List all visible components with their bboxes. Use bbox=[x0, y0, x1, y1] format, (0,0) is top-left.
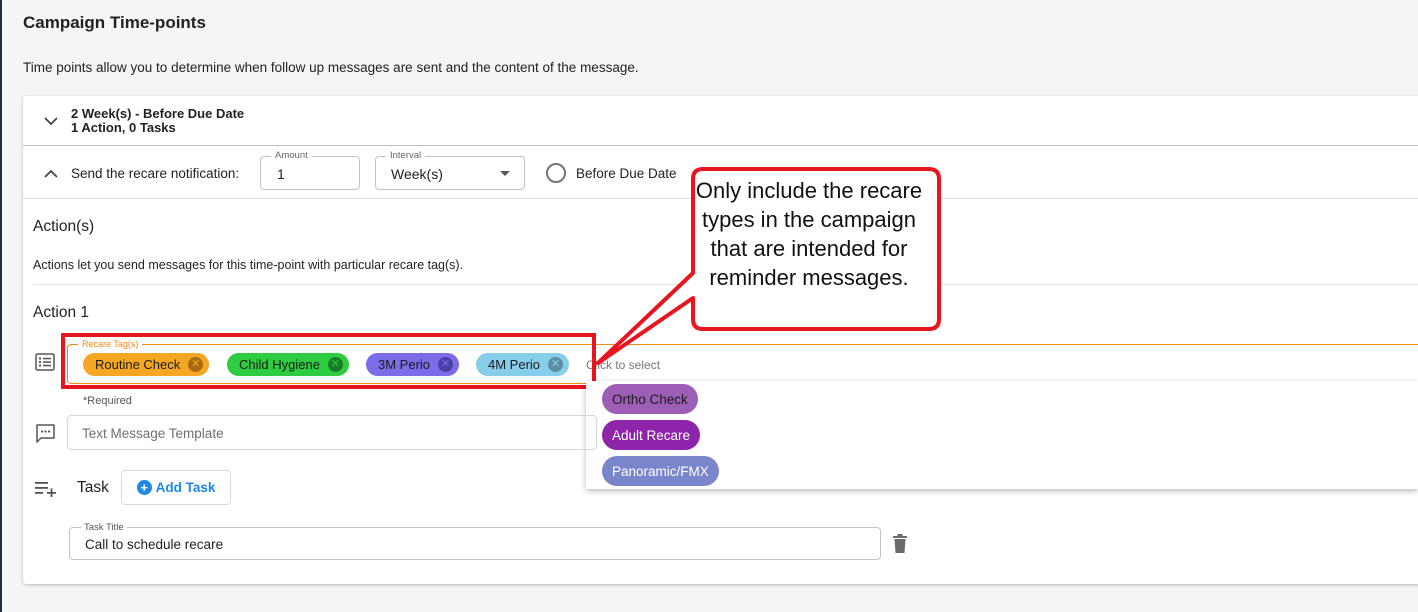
trash-icon[interactable] bbox=[892, 534, 908, 558]
task-title-value[interactable]: Call to schedule recare bbox=[85, 537, 223, 552]
task-title-label: Task Title bbox=[81, 522, 127, 533]
amount-label: Amount bbox=[271, 149, 312, 163]
annotation-highlight-box bbox=[61, 333, 596, 389]
option-label: Ortho Check bbox=[612, 391, 688, 407]
left-edge-rule bbox=[0, 0, 2, 612]
add-task-button[interactable]: + Add Task bbox=[121, 470, 231, 505]
timepoint-subtitle: 1 Action, 0 Tasks bbox=[71, 120, 176, 135]
option-ortho-check[interactable]: Ortho Check bbox=[602, 384, 698, 414]
interval-select[interactable]: Interval Week(s) bbox=[375, 149, 525, 190]
amount-field[interactable]: Amount 1 bbox=[260, 149, 360, 190]
interval-label: Interval bbox=[386, 149, 426, 163]
annotation-callout-text: Only include the recare types in the cam… bbox=[695, 178, 923, 290]
option-label: Adult Recare bbox=[612, 427, 691, 443]
timepoint-title: 2 Week(s) - Before Due Date bbox=[71, 106, 245, 121]
list-icon bbox=[35, 353, 55, 376]
actions-description: Actions let you send messages for this t… bbox=[33, 258, 464, 272]
chevron-down-icon[interactable] bbox=[39, 109, 63, 133]
actions-heading: Action(s) bbox=[33, 218, 95, 235]
option-adult-recare[interactable]: Adult Recare bbox=[602, 420, 701, 450]
required-hint: *Required bbox=[83, 395, 132, 407]
plus-circle-icon: + bbox=[136, 480, 152, 495]
option-label: Panoramic/FMX bbox=[612, 463, 709, 479]
playlist-add-icon bbox=[35, 481, 57, 502]
chevron-up-icon[interactable] bbox=[39, 161, 63, 185]
add-task-label: Add Task bbox=[155, 480, 216, 495]
option-panoramic-fmx[interactable]: Panoramic/FMX bbox=[602, 456, 719, 486]
send-notification-label: Send the recare notification: bbox=[71, 166, 240, 181]
interval-value: Week(s) bbox=[391, 166, 443, 182]
dropdown-caret-icon bbox=[500, 171, 510, 176]
task-label: Task bbox=[77, 479, 109, 496]
page-title: Campaign Time-points bbox=[23, 13, 206, 32]
timepoint-title-block: 2 Week(s) - Before Due Date 1 Action, 0 … bbox=[71, 107, 244, 135]
message-icon bbox=[35, 423, 56, 448]
amount-value[interactable]: 1 bbox=[277, 166, 285, 182]
before-due-date-radio[interactable] bbox=[546, 163, 566, 183]
template-placeholder: Text Message Template bbox=[82, 426, 224, 441]
action-title: Action 1 bbox=[33, 304, 90, 321]
page-description: Time points allow you to determine when … bbox=[23, 60, 639, 75]
